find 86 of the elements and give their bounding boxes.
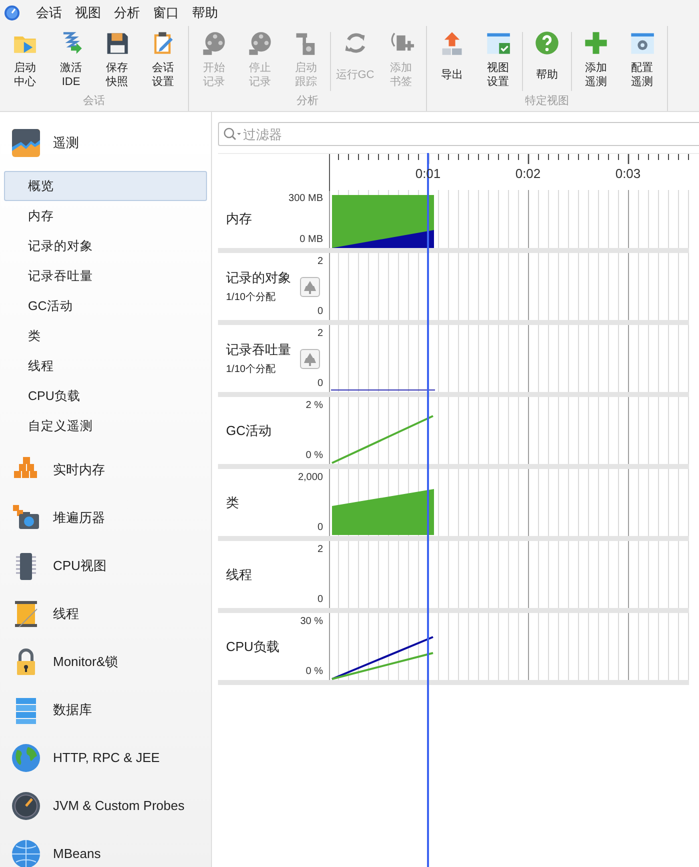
y-axis-max-label: 300 MB [288, 192, 323, 206]
toolbar-button[interactable]: 视图 设置 [475, 30, 521, 93]
toolbar-button[interactable]: 导出 [429, 30, 475, 93]
sidebar-item[interactable]: 记录吞吐量 [4, 261, 207, 291]
row-label: 记录吞吐量 [226, 341, 291, 360]
film-reel-icon [201, 30, 227, 56]
tree-icon [303, 280, 317, 294]
app-logo-icon [4, 5, 20, 21]
sidebar-section-label: 线程 [53, 605, 79, 624]
y-axis-max-label: 2 [317, 255, 323, 269]
tree-icon [303, 352, 317, 366]
toolbar-button[interactable]: 启动 中心 [2, 30, 48, 93]
search-icon [223, 127, 241, 141]
chart-icon [11, 128, 41, 158]
sidebar-section[interactable]: MBeans [0, 830, 211, 867]
sidebar-section[interactable]: JVM & Custom Probes [0, 782, 211, 830]
row-label: 记录的对象 [226, 269, 291, 288]
sidebar-section[interactable]: 遥测 [0, 125, 211, 161]
y-axis-max-label: 2 [317, 543, 323, 557]
sidebar-section[interactable]: 线程 [0, 590, 211, 638]
row-label: 线程 [226, 566, 252, 584]
sidebar-section[interactable]: Monitor&锁 [0, 638, 211, 686]
sidebar-section[interactable]: CPU视图 [0, 542, 211, 590]
menu-item[interactable]: 会话 [30, 3, 68, 23]
sidebar-section[interactable]: 堆遍历器 [0, 494, 211, 542]
help-icon [534, 30, 560, 56]
toolbar-button[interactable]: 添加 遥测 [573, 30, 619, 93]
film-reel-icon [247, 30, 273, 56]
sidebar-item[interactable]: 概览 [4, 171, 207, 201]
menu-item[interactable]: 窗口 [147, 3, 185, 23]
sidebar-item[interactable]: 自定义遥测 [4, 411, 207, 441]
sidebar-section-label: 实时内存 [53, 461, 105, 480]
y-axis-min-label: 0 % [306, 665, 323, 679]
menu-item[interactable]: 视图 [69, 3, 107, 23]
filter-field[interactable]: 过滤器 [218, 122, 699, 146]
sidebar-section-label: HTTP, RPC & JEE [53, 749, 160, 768]
sidebar-item[interactable]: 记录的对象 [4, 231, 207, 261]
tree-settings-button[interactable] [300, 348, 320, 368]
y-axis-min-label: 0 [317, 377, 323, 391]
row-label: 内存 [226, 210, 252, 228]
row-label: CPU负载 [226, 638, 280, 656]
row-label: 类 [226, 494, 239, 512]
toolbar-button[interactable]: 帮助 [524, 30, 570, 93]
sidebar-section-label: 堆遍历器 [53, 509, 105, 528]
globe-icon [11, 839, 41, 867]
menu-item[interactable]: 帮助 [186, 3, 224, 23]
toolbar-button[interactable]: 会话 设置 [140, 30, 186, 93]
gauge-icon [11, 791, 41, 821]
toolbar-button[interactable]: 激活 IDE [48, 30, 94, 93]
toolbar-button[interactable]: 配置 遥测 [619, 30, 665, 93]
y-axis-max-label: 2,000 [298, 471, 323, 485]
sidebar-item[interactable]: 类 [4, 321, 207, 351]
sidebar-item[interactable]: GC活动 [4, 291, 207, 321]
sidebar-section-label: CPU视图 [53, 557, 106, 576]
sidebar-section-label: 数据库 [53, 701, 92, 720]
menu-item[interactable]: 分析 [108, 3, 146, 23]
sidebar-section[interactable]: 实时内存 [0, 446, 211, 494]
sidebar-item[interactable]: 线程 [4, 351, 207, 381]
time-axis-label: 0:03 [615, 165, 641, 183]
sidebar-section[interactable]: HTTP, RPC & JEE [0, 734, 211, 782]
sidebar-section-label: MBeans [53, 845, 101, 864]
toolbar-group-label: 会话 [82, 94, 106, 109]
sidebar-section-label: Monitor&锁 [53, 653, 118, 672]
y-axis-max-label: 30 % [300, 615, 323, 629]
time-axis-label: 0:02 [515, 165, 541, 183]
toolbar-group-label: 特定视图 [524, 94, 570, 109]
y-axis-max-label: 2 [317, 327, 323, 341]
y-axis-min-label: 0 [317, 521, 323, 535]
toolbar-button[interactable]: 保存 快照 [94, 30, 140, 93]
row-sublabel: 1/10个分配 [226, 362, 276, 377]
row-label: GC活动 [226, 422, 272, 440]
plus-icon [583, 30, 609, 56]
sidebar-section-label: JVM & Custom Probes [53, 797, 184, 816]
sidebar-section[interactable]: 数据库 [0, 686, 211, 734]
row-sublabel: 1/10个分配 [226, 290, 276, 305]
y-axis-min-label: 0 % [306, 449, 323, 463]
sidebar-item[interactable]: CPU负载 [4, 381, 207, 411]
y-axis-min-label: 0 [317, 305, 323, 319]
y-axis-min-label: 0 [317, 593, 323, 607]
toolbar-group-label: 分析 [296, 94, 320, 109]
tree-settings-button[interactable] [300, 276, 320, 296]
y-axis-max-label: 2 % [306, 399, 323, 413]
y-axis-min-label: 0 MB [300, 233, 323, 247]
sidebar-item[interactable]: 内存 [4, 201, 207, 231]
globe-icon [11, 743, 41, 773]
sidebar-section-label: 遥测 [53, 134, 79, 152]
